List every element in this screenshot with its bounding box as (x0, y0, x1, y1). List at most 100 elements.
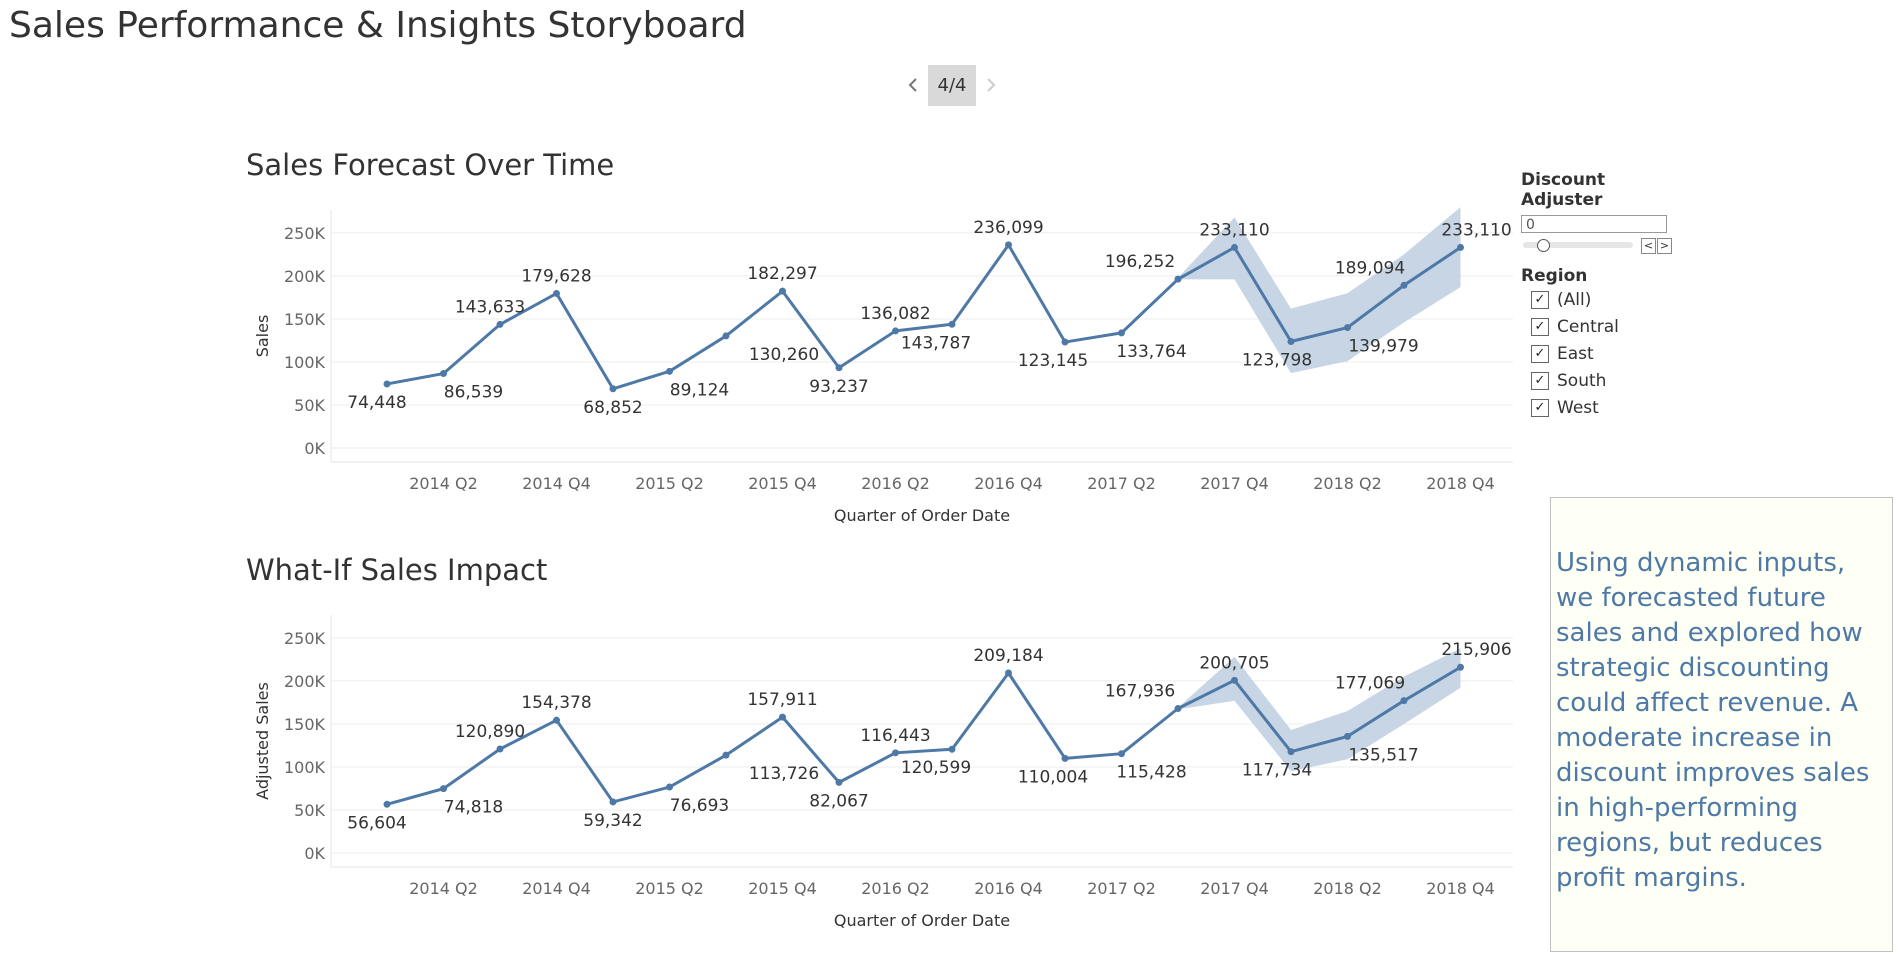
discount-slider[interactable]: < > (1521, 236, 1681, 256)
x-tick-label: 2015 Q4 (748, 879, 817, 898)
y-tick-label: 50K (294, 396, 325, 415)
checkbox-icon[interactable]: ✓ (1531, 371, 1549, 390)
decrement-icon[interactable]: < (1641, 238, 1656, 254)
x-tick-label: 2016 Q4 (974, 474, 1043, 493)
data-label: 189,094 (1335, 258, 1405, 278)
data-point (553, 289, 560, 297)
data-label: 200,705 (1199, 653, 1269, 673)
region-option-label: Central (1557, 316, 1619, 337)
checkbox-icon[interactable]: ✓ (1531, 344, 1549, 363)
y-tick-label: 100K (284, 758, 326, 777)
data-point (1061, 754, 1069, 762)
data-label: 117,734 (1242, 761, 1312, 781)
x-tick-label: 2018 Q4 (1426, 474, 1495, 493)
what-if-sales-chart[interactable]: 0K 50K 100K 150K 200K 250K 2014 Q2 2014 Q4 2015 … (0, 605, 1520, 940)
region-option-east[interactable]: ✓ East (1521, 340, 1691, 367)
x-tick-label: 2018 Q2 (1313, 474, 1382, 493)
next-story-point-button[interactable] (976, 64, 1006, 106)
data-label: 179,628 (521, 266, 591, 286)
data-label: 113,726 (749, 764, 819, 784)
discount-slider-thumb[interactable] (1537, 239, 1550, 252)
region-option-central[interactable]: ✓ Central (1521, 313, 1691, 340)
data-point (1344, 732, 1351, 740)
data-point (496, 745, 504, 753)
region-option-label: South (1557, 370, 1607, 391)
y-axis-title: Adjusted Sales (253, 682, 272, 800)
x-axis-title: Quarter of Order Date (834, 911, 1010, 930)
y-tick-label: 150K (284, 715, 326, 734)
data-point (1457, 243, 1464, 251)
x-tick-label: 2014 Q2 (409, 879, 478, 898)
x-tick-label: 2016 Q4 (974, 879, 1043, 898)
data-label: 123,145 (1018, 351, 1088, 371)
data-point (1005, 669, 1012, 677)
data-point (1174, 275, 1182, 283)
data-point (1061, 338, 1069, 346)
data-point (383, 800, 391, 808)
data-label: 86,539 (444, 383, 503, 403)
x-tick-label: 2017 Q2 (1087, 474, 1156, 493)
data-point (609, 385, 617, 393)
y-tick-label: 150K (284, 310, 326, 329)
data-point (835, 778, 843, 786)
data-label: 139,979 (1348, 337, 1418, 357)
y-tick-label: 200K (284, 267, 326, 286)
data-label: 59,342 (583, 811, 642, 831)
data-point (440, 785, 447, 793)
data-point (1400, 281, 1408, 289)
data-point (553, 716, 560, 724)
x-tick-label: 2014 Q4 (522, 879, 591, 898)
filter-panel: Discount Adjuster 0 < > Region ✓ (All) ✓ Ce… (1521, 170, 1691, 421)
y-tick-label: 0K (304, 439, 325, 458)
x-tick-label: 2014 Q4 (522, 474, 591, 493)
story-navigator: 4/4 (898, 64, 1006, 106)
story-title: Sales Performance & Insights Storyboard (9, 5, 747, 46)
data-label: 115,428 (1116, 763, 1186, 783)
data-label: 154,378 (521, 693, 591, 713)
region-option-label: West (1557, 397, 1599, 418)
discount-adjuster-input[interactable]: 0 (1521, 215, 1667, 233)
data-label: 143,633 (455, 297, 525, 317)
data-label: 236,099 (973, 218, 1043, 238)
region-option-west[interactable]: ✓ West (1521, 394, 1691, 421)
y-tick-label: 250K (284, 224, 326, 243)
x-axis-title: Quarter of Order Date (834, 506, 1010, 525)
region-option-all[interactable]: ✓ (All) (1521, 286, 1691, 313)
sales-forecast-chart[interactable]: 0K 50K 100K 150K 200K 250K 2014 Q2 2014 Q4 2015 … (0, 200, 1520, 535)
data-point (440, 370, 447, 378)
data-point (496, 320, 504, 328)
region-option-label: East (1557, 343, 1594, 364)
region-option-label: (All) (1557, 289, 1592, 310)
region-option-south[interactable]: ✓ South (1521, 367, 1691, 394)
data-label: 233,110 (1199, 220, 1269, 240)
increment-icon[interactable]: > (1657, 238, 1672, 254)
x-tick-label: 2015 Q2 (635, 474, 704, 493)
data-point (722, 751, 730, 759)
prev-story-point-button[interactable] (898, 64, 928, 106)
chevron-right-icon (987, 78, 996, 92)
x-tick-label: 2015 Q2 (635, 879, 704, 898)
data-point (948, 320, 956, 328)
y-tick-label: 100K (284, 353, 326, 372)
data-label: 157,911 (747, 690, 817, 710)
x-tick-label: 2015 Q4 (748, 474, 817, 493)
data-point (1118, 329, 1125, 337)
checkbox-icon[interactable]: ✓ (1531, 317, 1549, 336)
data-label: 76,693 (670, 796, 729, 816)
story-point-indicator[interactable]: 4/4 (928, 64, 976, 106)
data-point (892, 327, 899, 335)
data-point (1287, 748, 1295, 756)
data-point (1344, 324, 1351, 332)
checkbox-icon[interactable]: ✓ (1531, 398, 1549, 417)
data-point (383, 380, 391, 388)
data-point (892, 749, 899, 757)
checkbox-icon[interactable]: ✓ (1531, 290, 1549, 309)
data-label: 215,906 (1441, 640, 1511, 660)
data-point (666, 783, 673, 791)
chart-title-what-if: What-If Sales Impact (246, 553, 548, 587)
y-tick-label: 200K (284, 672, 326, 691)
data-label: 135,517 (1348, 745, 1418, 765)
data-point (1287, 337, 1295, 345)
data-point (1400, 697, 1408, 705)
data-point (1005, 241, 1012, 249)
